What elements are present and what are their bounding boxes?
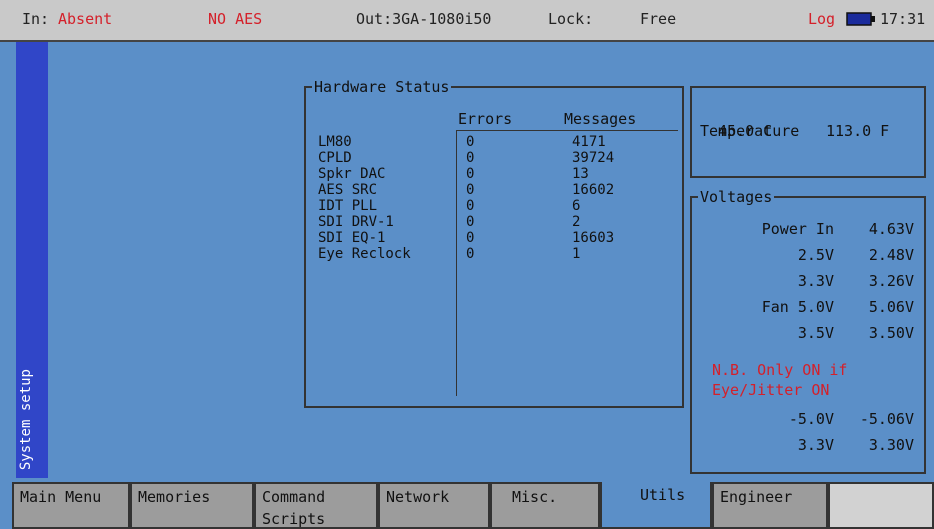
temperature-panel: Temperature 45.0 C 113.0 F bbox=[690, 86, 926, 178]
voltages-panel: Voltages Power In 4.63V 2.5V 2.48V 3.3V … bbox=[690, 188, 926, 474]
battery-icon bbox=[846, 12, 876, 30]
row-errors: 0 bbox=[466, 134, 475, 150]
tab-utils[interactable]: Utils bbox=[600, 482, 712, 529]
tab-network[interactable]: Network bbox=[378, 482, 490, 529]
voltage-label: 3.3V bbox=[797, 436, 834, 454]
table-row: AES SRC 0 16602 bbox=[306, 182, 682, 198]
messages-header: Messages bbox=[564, 110, 637, 128]
voltage-row: Power In 4.63V bbox=[692, 220, 924, 240]
row-messages: 16602 bbox=[572, 182, 615, 198]
output-format: Out:3GA-1080i50 bbox=[356, 10, 492, 28]
voltage-label: 3.3V bbox=[797, 272, 834, 290]
tab-memories[interactable]: Memories bbox=[130, 482, 254, 529]
row-name: Eye Reclock bbox=[318, 246, 411, 262]
input-label: In: bbox=[22, 10, 50, 28]
tab-misc[interactable]: Misc. bbox=[490, 482, 600, 529]
voltage-value: 2.48V bbox=[868, 246, 914, 264]
row-messages: 16603 bbox=[572, 230, 615, 246]
row-name: AES SRC bbox=[318, 182, 378, 198]
row-messages: 39724 bbox=[572, 150, 615, 166]
sidebar: System setup bbox=[16, 42, 48, 478]
aes-status: NO AES bbox=[208, 10, 263, 28]
row-messages: 6 bbox=[572, 198, 581, 214]
row-name: SDI EQ-1 bbox=[318, 230, 386, 246]
voltage-row: 3.5V 3.50V bbox=[692, 324, 924, 344]
row-name: SDI DRV-1 bbox=[318, 214, 394, 230]
row-errors: 0 bbox=[466, 166, 475, 182]
voltage-label: Power In bbox=[761, 220, 834, 238]
voltage-value: 3.50V bbox=[868, 324, 914, 342]
tab-main-menu[interactable]: Main Menu bbox=[12, 482, 130, 529]
temperature-celsius: 45.0 C bbox=[718, 122, 773, 140]
row-errors: 0 bbox=[466, 182, 475, 198]
table-row: SDI EQ-1 0 16603 bbox=[306, 230, 682, 246]
status-bar: In: Absent NO AES Out:3GA-1080i50 Lock: … bbox=[0, 0, 934, 42]
voltage-value: 4.63V bbox=[868, 220, 914, 238]
row-name: LM80 bbox=[318, 134, 352, 150]
table-row: Spkr DAC 0 13 bbox=[306, 166, 682, 182]
table-row: LM80 0 4171 bbox=[306, 134, 682, 150]
voltage-row: 3.3V 3.26V bbox=[692, 272, 924, 292]
row-errors: 0 bbox=[466, 198, 475, 214]
voltage-label: 3.5V bbox=[797, 324, 834, 342]
menu-tabs: Main Menu Memories Command Scripts Netwo… bbox=[12, 482, 934, 529]
tab-blank[interactable] bbox=[828, 482, 934, 529]
row-messages: 2 bbox=[572, 214, 581, 230]
row-errors: 0 bbox=[466, 214, 475, 230]
voltage-value: 3.30V bbox=[868, 436, 914, 454]
sidebar-label: System setup bbox=[18, 368, 34, 470]
voltage-row: 2.5V 2.48V bbox=[692, 246, 924, 266]
tab-command-scripts[interactable]: Command Scripts bbox=[254, 482, 378, 529]
voltage-value: 3.26V bbox=[868, 272, 914, 290]
header-divider bbox=[456, 130, 678, 131]
voltages-title: Voltages bbox=[698, 188, 775, 206]
voltage-label: 2.5V bbox=[797, 246, 834, 264]
voltage-value: -5.06V bbox=[859, 410, 914, 428]
input-status: Absent bbox=[58, 10, 113, 28]
row-messages: 13 bbox=[572, 166, 589, 182]
row-messages: 4171 bbox=[572, 134, 606, 150]
row-errors: 0 bbox=[466, 150, 475, 166]
temperature-fahrenheit: 113.0 F bbox=[826, 122, 890, 140]
lock-status: Free bbox=[640, 10, 677, 28]
clock: 17:31 bbox=[880, 10, 926, 28]
row-errors: 0 bbox=[466, 246, 475, 262]
hardware-status-panel: Hardware Status Errors Messages LM80 0 4… bbox=[304, 78, 684, 408]
voltage-value: 5.06V bbox=[868, 298, 914, 316]
row-name: CPLD bbox=[318, 150, 352, 166]
voltage-row: 3.3V 3.30V bbox=[692, 436, 924, 456]
table-row: SDI DRV-1 0 2 bbox=[306, 214, 682, 230]
table-row: IDT PLL 0 6 bbox=[306, 198, 682, 214]
voltage-row: -5.0V -5.06V bbox=[692, 410, 924, 430]
tab-engineer[interactable]: Engineer bbox=[712, 482, 828, 529]
log-indicator[interactable]: Log bbox=[808, 10, 835, 28]
row-name: IDT PLL bbox=[318, 198, 378, 214]
table-row: CPLD 0 39724 bbox=[306, 150, 682, 166]
errors-header: Errors bbox=[458, 110, 513, 128]
row-errors: 0 bbox=[466, 230, 475, 246]
voltage-note: N.B. Only ON if Eye/Jitter ON bbox=[712, 361, 848, 399]
table-row: Eye Reclock 0 1 bbox=[306, 246, 682, 262]
hardware-status-title: Hardware Status bbox=[312, 78, 452, 96]
row-messages: 1 bbox=[572, 246, 581, 262]
voltage-label: Fan 5.0V bbox=[761, 298, 834, 316]
voltage-row: Fan 5.0V 5.06V bbox=[692, 298, 924, 318]
voltage-label: -5.0V bbox=[788, 410, 834, 428]
row-name: Spkr DAC bbox=[318, 166, 386, 182]
lock-label: Lock: bbox=[548, 10, 594, 28]
